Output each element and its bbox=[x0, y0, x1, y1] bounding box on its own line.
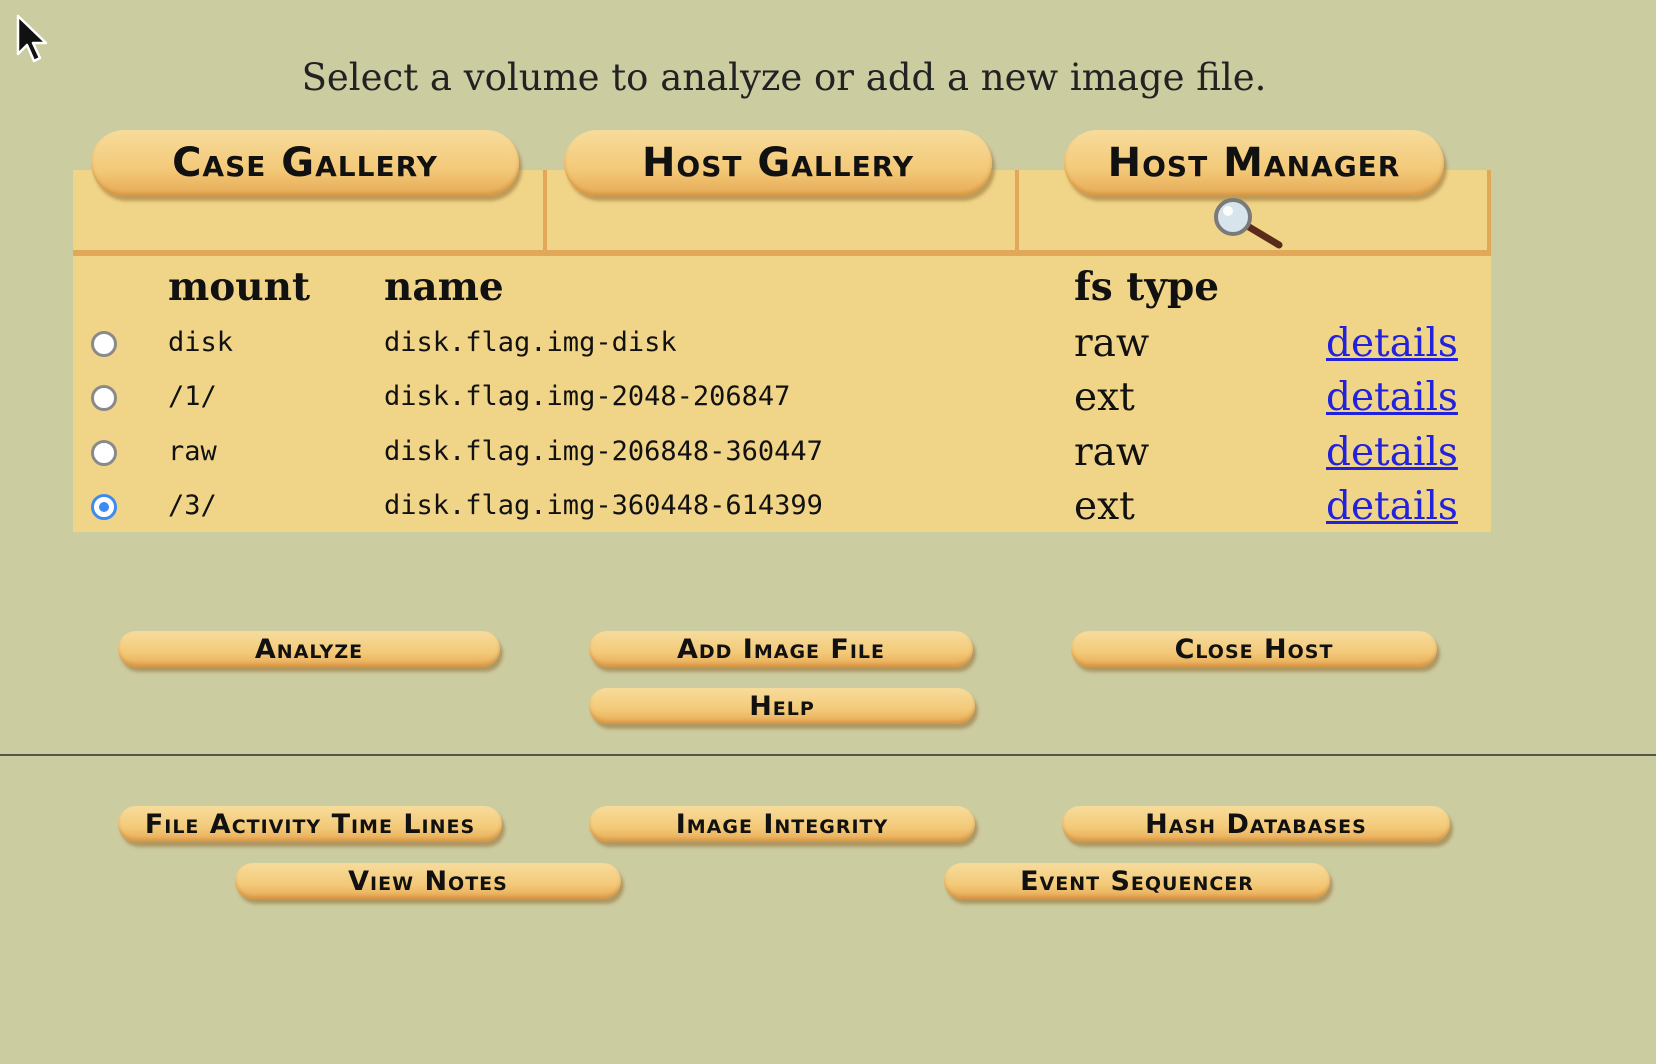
tab-host-gallery[interactable]: Host Gallery bbox=[564, 130, 992, 196]
tab-divider bbox=[1487, 170, 1491, 256]
tab-divider bbox=[543, 170, 547, 254]
table-row: raw disk.flag.img-206848-360447 raw deta… bbox=[73, 426, 1491, 480]
column-header-name: name bbox=[384, 264, 504, 310]
tab-case-gallery[interactable]: Case Gallery bbox=[91, 130, 519, 196]
fs-type-cell: raw bbox=[1074, 430, 1150, 475]
mount-cell: /1/ bbox=[168, 381, 217, 412]
add-image-file-button[interactable]: Add Image File bbox=[589, 631, 973, 667]
magnifier-icon bbox=[1214, 198, 1283, 249]
view-notes-button[interactable]: View Notes bbox=[235, 863, 621, 899]
table-row: /1/ disk.flag.img-2048-206847 ext detail… bbox=[73, 371, 1491, 425]
volume-radio[interactable] bbox=[91, 494, 117, 520]
mount-cell: raw bbox=[168, 436, 217, 467]
tab-divider bbox=[1015, 170, 1019, 254]
volume-radio[interactable] bbox=[91, 440, 117, 466]
details-link[interactable]: details bbox=[1326, 321, 1458, 366]
hash-databases-button[interactable]: Hash Databases bbox=[1062, 806, 1450, 842]
column-header-fs-type: fs type bbox=[1074, 264, 1220, 310]
table-row: /3/ disk.flag.img-360448-614399 ext deta… bbox=[73, 480, 1491, 534]
details-link[interactable]: details bbox=[1326, 430, 1458, 475]
close-host-button[interactable]: Close Host bbox=[1071, 631, 1437, 667]
volume-radio[interactable] bbox=[91, 331, 117, 357]
image-integrity-button[interactable]: Image Integrity bbox=[589, 806, 975, 842]
page: Select a volume to analyze or add a new … bbox=[0, 0, 1656, 1064]
fs-type-cell: ext bbox=[1074, 484, 1135, 529]
name-cell: disk.flag.img-360448-614399 bbox=[384, 490, 823, 521]
divider bbox=[0, 754, 1656, 756]
name-cell: disk.flag.img-disk bbox=[384, 327, 677, 358]
help-button[interactable]: Help bbox=[589, 688, 975, 724]
analyze-button[interactable]: Analyze bbox=[118, 631, 500, 667]
column-header-mount: mount bbox=[168, 264, 311, 310]
mount-cell: disk bbox=[168, 327, 234, 358]
name-cell: disk.flag.img-206848-360447 bbox=[384, 436, 823, 467]
table-row: disk disk.flag.img-disk raw details bbox=[73, 317, 1491, 371]
fs-type-cell: ext bbox=[1074, 375, 1135, 420]
details-link[interactable]: details bbox=[1326, 484, 1458, 529]
instruction-text: Select a volume to analyze or add a new … bbox=[301, 56, 1267, 99]
name-cell: disk.flag.img-2048-206847 bbox=[384, 381, 791, 412]
fs-type-cell: raw bbox=[1074, 321, 1150, 366]
details-link[interactable]: details bbox=[1326, 375, 1458, 420]
event-sequencer-button[interactable]: Event Sequencer bbox=[944, 863, 1330, 899]
volume-radio[interactable] bbox=[91, 385, 117, 411]
tab-host-manager[interactable]: Host Manager bbox=[1064, 130, 1444, 196]
mount-cell: /3/ bbox=[168, 490, 217, 521]
file-activity-time-lines-button[interactable]: File Activity Time Lines bbox=[118, 806, 502, 842]
